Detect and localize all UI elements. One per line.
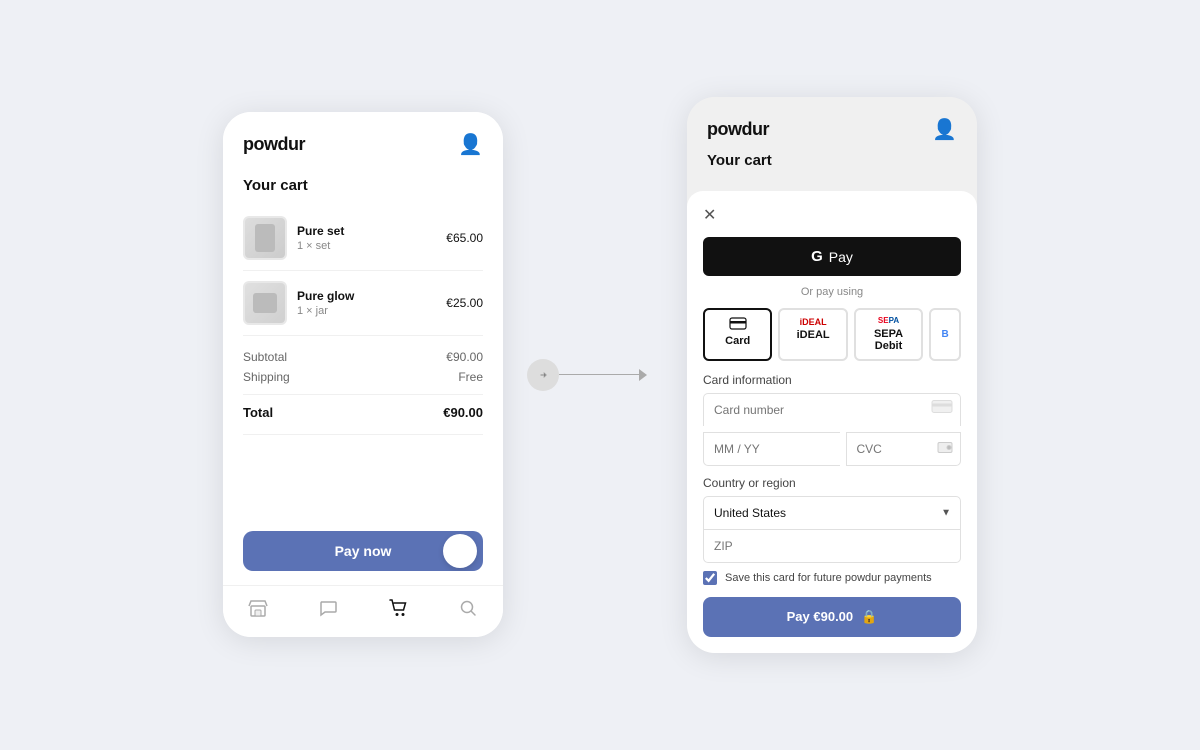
pay-final-button[interactable]: Pay €90.00 🔒 [703,597,961,637]
total-value: €90.00 [443,405,483,420]
item-qty-2: 1 × jar [297,305,436,317]
shipping-value: Free [458,370,483,384]
item-img-1 [243,216,287,260]
pay-now-label: Pay now [335,543,392,559]
right-phone: powdur 👤 Your cart ✕ G Pay Or pay using … [687,97,977,653]
right-cart-title: Your cart [707,152,957,169]
cvc-wrap [846,432,962,466]
gpay-g-letter: G [811,248,823,265]
subtotal-row: Subtotal €90.00 [243,350,483,364]
pay-final-label: Pay €90.00 [787,609,854,624]
item-name-1: Pure set [297,224,436,238]
nav-store-icon[interactable] [248,598,268,623]
cart-summary: Subtotal €90.00 Shipping Free Total €90.… [243,336,483,435]
item-img-2 [243,281,287,325]
arrow-line [559,374,639,375]
method-ideal-button[interactable]: iDEAL iDEAL [778,308,847,361]
right-phone-header: powdur 👤 [687,97,977,152]
nav-cart-icon[interactable] [388,598,408,623]
card-icon [729,317,747,333]
expiry-input[interactable] [703,432,840,466]
method-sepa-button[interactable]: SEPA SEPA Debit [854,308,923,361]
ideal-icon: iDEAL [800,317,827,327]
left-phone-body: Your cart Pure set 1 × set €65.00 Pure g… [223,167,503,435]
arrow-circle [527,359,559,391]
right-avatar-icon: 👤 [932,117,957,142]
total-row: Total €90.00 [243,394,483,420]
zip-input[interactable] [703,530,961,563]
method-ideal-label: iDEAL [797,329,830,341]
cart-item-1: Pure set 1 × set €65.00 [243,206,483,271]
other-payment-icon: B [941,329,948,340]
subtotal-value: €90.00 [446,350,483,364]
payment-modal: ✕ G Pay Or pay using Card iDEAL iDEAL [687,191,977,653]
left-phone-header: powdur 👤 [223,112,503,167]
modal-close-button[interactable]: ✕ [703,205,961,225]
save-card-label: Save this card for future powdur payment… [725,572,932,584]
card-info-section: Card information [703,373,961,466]
gpay-button[interactable]: G Pay [703,237,961,276]
sepa-icon: SEPA [878,317,899,326]
item-qty-1: 1 × set [297,240,436,252]
item-name-2: Pure glow [297,289,436,303]
method-card-label: Card [725,335,750,347]
left-logo: powdur [243,134,305,155]
pay-slider [443,534,477,568]
country-label: Country or region [703,476,961,490]
nav-search-icon[interactable] [458,598,478,623]
payment-methods-row: Card iDEAL iDEAL SEPA SEPA Debit B [703,308,961,361]
left-avatar-icon: 👤 [458,132,483,157]
arrow-head [639,369,647,381]
right-logo: powdur [707,119,769,140]
left-phone: powdur 👤 Your cart Pure set 1 × set €65.… [223,112,503,637]
cart-item-2: Pure glow 1 × jar €25.00 [243,271,483,336]
item-price-1: €65.00 [446,231,483,245]
item-price-2: €25.00 [446,296,483,310]
or-divider: Or pay using [703,286,961,298]
method-sepa-label: SEPA Debit [864,328,913,352]
item-details-1: Pure set 1 × set [297,224,436,252]
method-other-partial: B [929,308,961,361]
gpay-label: Pay [829,249,853,265]
save-card-checkbox[interactable] [703,571,717,585]
card-brand-icon [931,400,953,419]
lock-icon: 🔒 [861,609,877,625]
item-details-2: Pure glow 1 × jar [297,289,436,317]
pay-now-button[interactable]: Pay now [243,531,483,571]
card-expiry-cvc-row [703,432,961,466]
cvc-info-icon [937,441,953,456]
method-card-button[interactable]: Card [703,308,772,361]
subtotal-label: Subtotal [243,350,287,364]
shipping-label: Shipping [243,370,290,384]
country-select-wrap: United States ▼ [703,496,961,530]
right-phone-body: Your cart [687,152,977,191]
left-cart-title: Your cart [243,177,483,194]
card-number-wrap [703,393,961,426]
total-label: Total [243,405,273,420]
save-card-row: Save this card for future powdur payment… [703,571,961,585]
card-number-input[interactable] [703,393,961,426]
transition-arrow [543,359,647,391]
country-section: Country or region United States ▼ [703,476,961,563]
shipping-row: Shipping Free [243,370,483,384]
nav-chat-icon[interactable] [318,598,338,623]
pure-glow-img [245,283,285,323]
nav-bar [223,585,503,637]
pure-set-img [245,218,285,258]
card-info-label: Card information [703,373,961,387]
left-phone-footer: Pay now [223,515,503,585]
country-select[interactable]: United States [703,496,961,530]
